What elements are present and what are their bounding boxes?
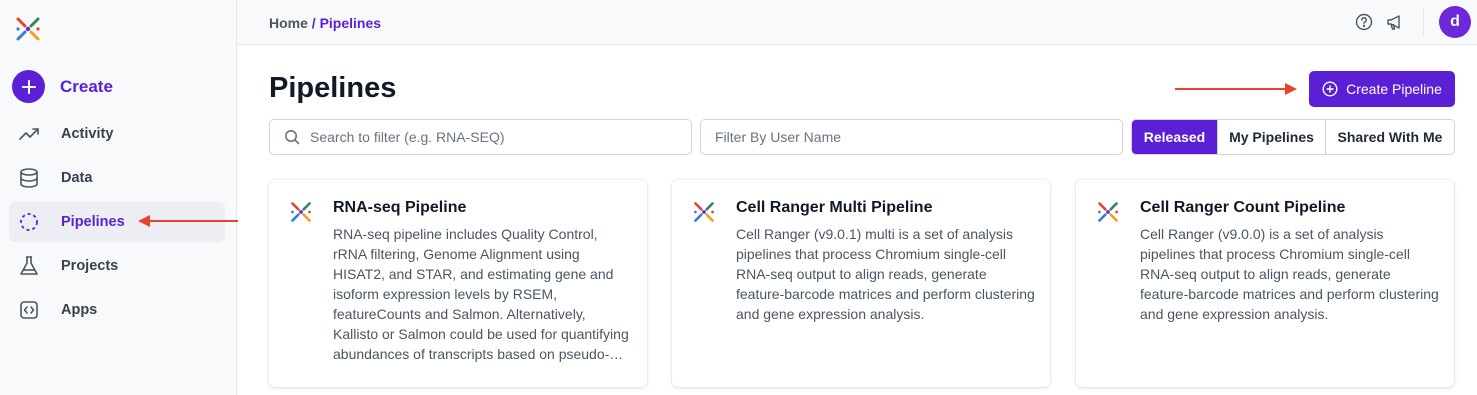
create-button[interactable]: Create <box>12 70 113 103</box>
pipeline-card-cell-ranger-multi[interactable]: Cell Ranger Multi Pipeline Cell Ranger (… <box>672 180 1050 387</box>
annotation-arrow-create-pipeline <box>1175 83 1297 95</box>
card-description: RNA-seq pipeline includes Quality Contro… <box>333 226 629 362</box>
sidebar-item-apps[interactable]: Apps <box>9 290 225 330</box>
trending-up-icon <box>18 123 40 145</box>
search-input[interactable] <box>310 129 691 145</box>
breadcrumb-current: Pipelines <box>319 15 382 31</box>
card-title: Cell Ranger Multi Pipeline <box>736 199 933 216</box>
app-logo-icon[interactable] <box>14 15 42 43</box>
create-label: Create <box>60 76 113 96</box>
card-title: RNA-seq Pipeline <box>333 199 467 216</box>
sidebar-item-projects[interactable]: Projects <box>9 246 225 286</box>
top-bar: Home / Pipelines d <box>237 0 1477 45</box>
breadcrumb-home[interactable]: Home <box>269 15 308 31</box>
sidebar-item-label: Projects <box>61 258 119 274</box>
card-description: Cell Ranger (v9.0.1) multi is a set of a… <box>736 226 1035 322</box>
pipeline-logo-icon <box>1096 202 1120 222</box>
sidebar-item-label: Pipelines <box>61 214 125 230</box>
search-icon <box>284 129 300 145</box>
megaphone-icon[interactable] <box>1385 12 1405 32</box>
avatar[interactable]: d <box>1439 6 1471 38</box>
page-title: Pipelines <box>269 72 397 104</box>
flask-icon <box>18 255 40 277</box>
breadcrumb-separator: / <box>307 15 320 31</box>
database-icon <box>18 167 40 189</box>
pipeline-card-rna-seq[interactable]: RNA-seq Pipeline RNA-seq pipeline includ… <box>269 180 647 387</box>
sidebar-item-label: Activity <box>61 126 114 142</box>
plus-icon <box>12 70 45 103</box>
create-pipeline-label: Create Pipeline <box>1346 81 1442 97</box>
sidebar-item-data[interactable]: Data <box>9 158 225 198</box>
annotation-arrow-pipelines <box>138 215 238 227</box>
topbar-divider <box>1423 8 1424 36</box>
tab-shared-with-me[interactable]: Shared With Me <box>1325 120 1454 154</box>
create-pipeline-button[interactable]: Create Pipeline <box>1309 71 1455 107</box>
plus-circle-icon <box>1322 81 1338 97</box>
sidebar-item-label: Apps <box>61 302 98 318</box>
sidebar-item-activity[interactable]: Activity <box>9 114 225 154</box>
search-field <box>269 119 692 155</box>
user-filter-field <box>700 119 1123 155</box>
card-description: Cell Ranger (v9.0.0) is a set of analysi… <box>1140 226 1439 322</box>
pipeline-icon <box>18 211 40 233</box>
sidebar-item-label: Data <box>61 170 93 186</box>
tab-released[interactable]: Released <box>1132 120 1217 154</box>
breadcrumb: Home / Pipelines <box>269 15 381 31</box>
pipeline-logo-icon <box>692 202 716 222</box>
user-filter-input[interactable] <box>715 129 1122 145</box>
pipeline-scope-tabs: Released My Pipelines Shared With Me <box>1131 119 1455 155</box>
tab-my-pipelines[interactable]: My Pipelines <box>1217 120 1325 154</box>
pipeline-card-cell-ranger-count[interactable]: Cell Ranger Count Pipeline Cell Ranger (… <box>1076 180 1454 387</box>
code-bracket-icon <box>18 299 40 321</box>
pipeline-logo-icon <box>289 202 313 222</box>
sidebar: Create Activity Data Pipelines Projects … <box>0 0 237 395</box>
help-icon[interactable] <box>1354 12 1374 32</box>
card-title: Cell Ranger Count Pipeline <box>1140 199 1346 216</box>
